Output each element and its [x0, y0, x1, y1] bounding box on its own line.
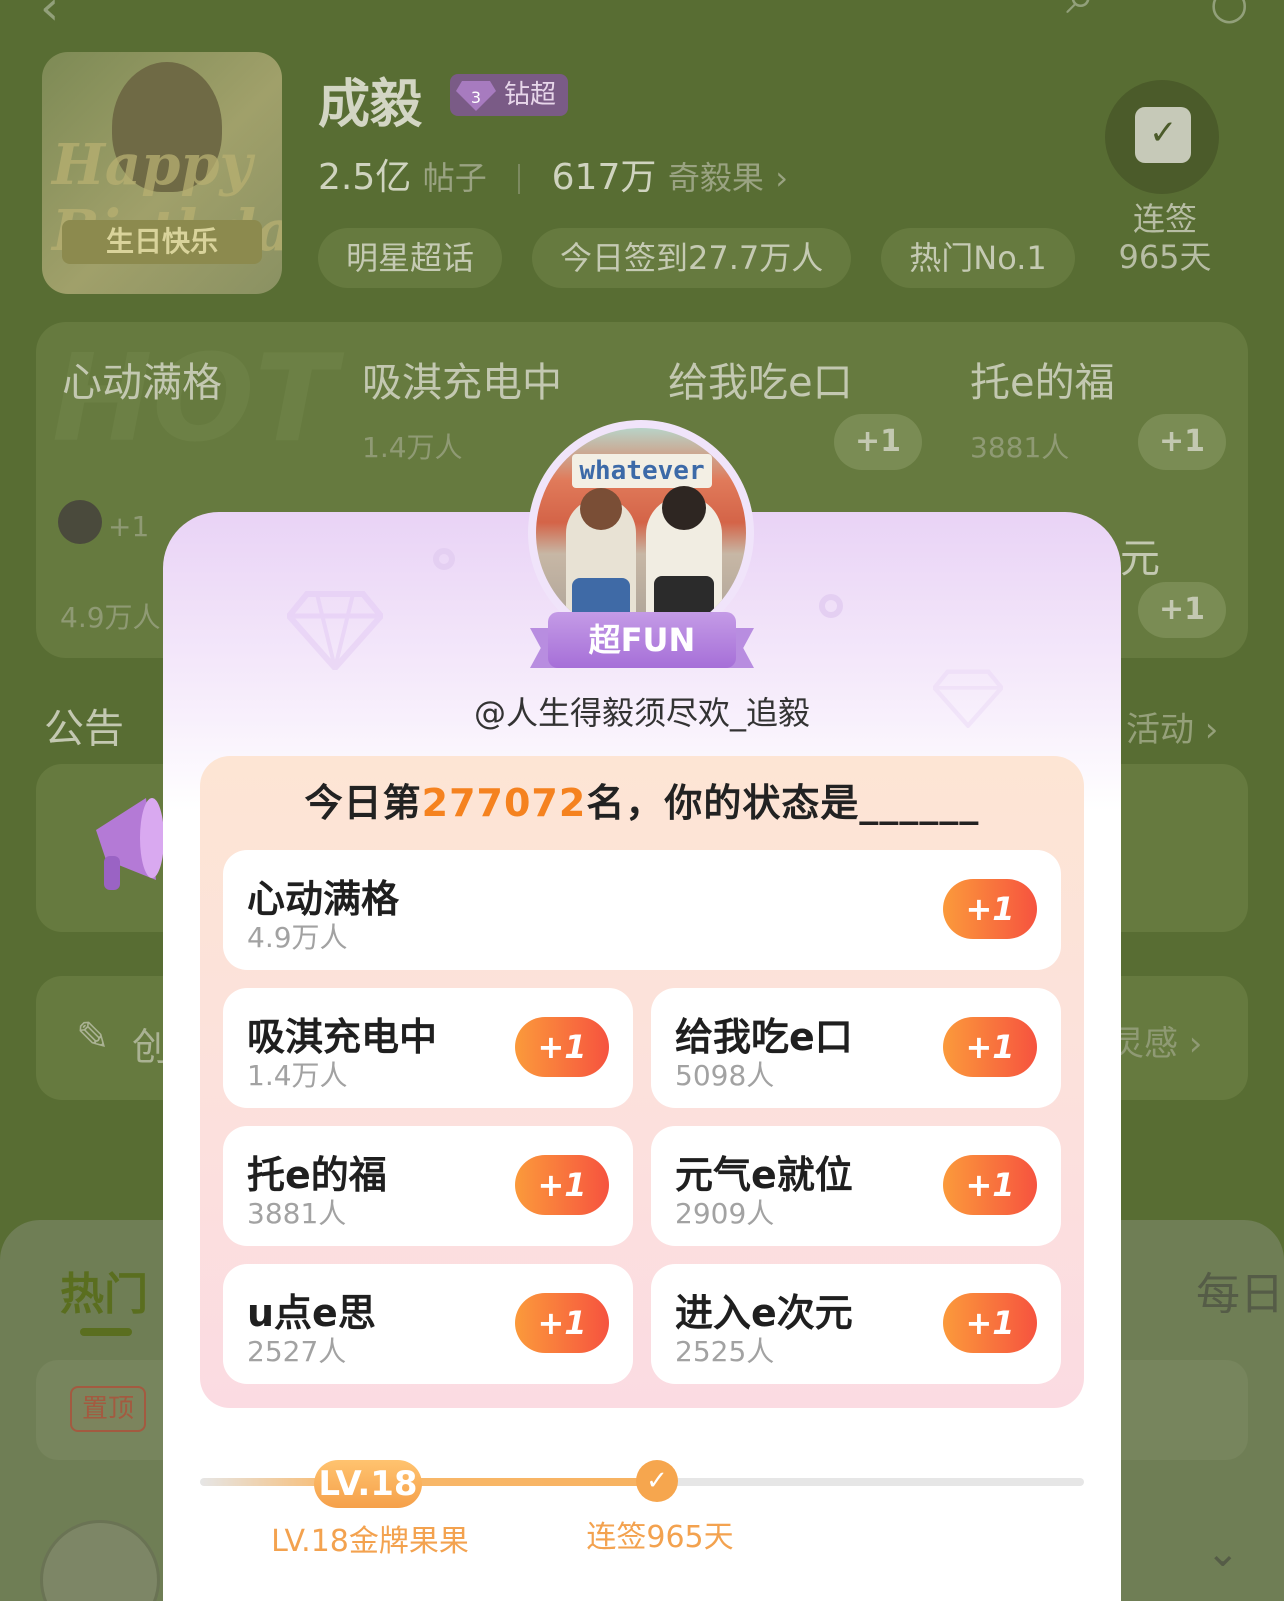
bg-plus-4[interactable]: +1	[1138, 414, 1226, 470]
back-icon[interactable]: ‹	[40, 0, 59, 36]
pinned-tag: 置顶	[70, 1386, 146, 1432]
tab-hot[interactable]: 热门	[60, 1258, 148, 1322]
status-option-count: 3881人	[247, 1197, 347, 1230]
bg-cell-title-1: 心动满格	[62, 360, 222, 406]
bg-cell-sub-4: 3881人	[970, 431, 1070, 464]
status-option-name: 给我吃e口	[675, 1015, 853, 1059]
inspiration-link[interactable]: 灵感 ›	[1110, 1016, 1202, 1065]
status-option-count: 2525人	[675, 1335, 775, 1368]
plus-one-button[interactable]: +1	[943, 1293, 1037, 1353]
avatar-sign-text: whatever	[572, 454, 712, 488]
status-option[interactable]: 元气e就位 2909人 +1	[651, 1126, 1061, 1246]
chip-checkin-count[interactable]: 今日签到27.7万人	[532, 228, 852, 288]
chip-hot-rank[interactable]: 热门No.1	[881, 228, 1075, 288]
streak-label: 连签965天	[586, 1520, 734, 1555]
status-option-count: 2909人	[675, 1197, 775, 1230]
username: @人生得毅须尽欢_追毅	[473, 694, 810, 732]
status-option-name: 托e的福	[247, 1153, 387, 1197]
bg-cell-title-3: 给我吃e口	[668, 360, 853, 406]
rank-suffix: 名，你的状态是______	[586, 781, 980, 825]
bg-cell-title-2: 吸淇充电中	[362, 360, 562, 406]
status-option[interactable]: 给我吃e口 5098人 +1	[651, 988, 1061, 1108]
circle-decoration	[819, 594, 843, 618]
stats-divider	[518, 164, 521, 194]
calendar-check-icon	[1135, 107, 1191, 163]
plus-one-button[interactable]: +1	[943, 1155, 1037, 1215]
diamond-decoration-icon	[287, 591, 383, 670]
rank-value: 277072	[421, 781, 587, 825]
bg-plus-5[interactable]: +1	[1138, 582, 1226, 638]
checkin-streak: 连签 965天	[1115, 200, 1215, 276]
mini-avatar	[58, 500, 102, 544]
topic-avatar: Happy Birthday 生日快乐	[42, 52, 282, 294]
status-option[interactable]: u点e思 2527人 +1	[223, 1264, 633, 1384]
vip-label: 钻超	[504, 80, 557, 110]
avatar-banner-text: 生日快乐	[62, 220, 262, 264]
status-option-count: 1.4万人	[247, 1059, 348, 1092]
check-icon: ✓	[636, 1460, 678, 1502]
bg-cell-sub-2: 1.4万人	[362, 431, 463, 464]
tab-active-indicator	[80, 1328, 132, 1336]
status-option-count: 5098人	[675, 1059, 775, 1092]
vip-level-number: 3	[471, 88, 481, 107]
status-option-count: 2527人	[247, 1335, 347, 1368]
checkin-days: 965天	[1118, 238, 1212, 276]
more-icon[interactable]: ○	[1210, 0, 1248, 29]
plus-one-button[interactable]: +1	[515, 1017, 609, 1077]
level-label: LV.18金牌果果	[271, 1524, 469, 1559]
checkin-button[interactable]	[1105, 80, 1219, 194]
bg-plus-3[interactable]: +1	[834, 414, 922, 470]
posts-unit: 帖子	[422, 159, 487, 197]
fans-value: 617万	[551, 157, 657, 198]
vip-badge[interactable]: 3 钻超	[450, 74, 569, 116]
activity-link[interactable]: 活动 ›	[1126, 702, 1218, 751]
topic-stats: 2.5亿 帖子 617万 奇毅果 ›	[318, 148, 788, 200]
status-option[interactable]: 心动满格 4.9万人 +1	[223, 850, 1061, 970]
status-option[interactable]: 托e的福 3881人 +1	[223, 1126, 633, 1246]
rank-heading: 今日第277072名，你的状态是______	[200, 772, 1084, 827]
bg-cell-title-5: 元	[1120, 536, 1160, 582]
plus-one-button[interactable]: +1	[515, 1293, 609, 1353]
bg-cell-title-4: 托e的福	[970, 360, 1115, 406]
status-option-name: u点e思	[247, 1291, 376, 1335]
plus-one-button[interactable]: +1	[943, 1017, 1037, 1077]
chevron-right-icon[interactable]: ›	[775, 159, 788, 197]
status-option[interactable]: 进入e次元 2525人 +1	[651, 1264, 1061, 1384]
circle-decoration	[433, 548, 455, 570]
level-progress-fill	[200, 1478, 660, 1486]
status-option-name: 心动满格	[247, 877, 400, 921]
announcement-heading: 公告	[44, 706, 124, 752]
status-option-name: 进入e次元	[675, 1291, 853, 1335]
posts-value: 2.5亿	[318, 157, 412, 198]
diamond-icon: 3	[456, 81, 496, 111]
fun-badge-label: 超FUN	[548, 612, 736, 668]
status-option-name: 吸淇充电中	[247, 1015, 438, 1059]
fans-unit[interactable]: 奇毅果	[668, 159, 764, 197]
bg-cell-sub-1: 4.9万人	[60, 601, 161, 634]
level-pill: LV.18	[314, 1460, 422, 1508]
search-icon[interactable]: ⌕	[1066, 0, 1095, 27]
topic-title: 成毅	[318, 75, 423, 135]
checkin-label: 连签	[1132, 200, 1197, 238]
chip-star-topic[interactable]: 明星超话	[318, 228, 503, 288]
plus-one-button[interactable]: +1	[943, 879, 1037, 939]
avatar-illustration: whatever	[536, 428, 746, 638]
pen-icon: ✎	[76, 1014, 110, 1060]
status-option[interactable]: 吸淇充电中 1.4万人 +1	[223, 988, 633, 1108]
plus-one-button[interactable]: +1	[515, 1155, 609, 1215]
status-option-count: 4.9万人	[247, 921, 348, 954]
tab-daily[interactable]: 每日	[1196, 1258, 1284, 1322]
rank-prefix: 今日第	[304, 781, 422, 825]
chevron-down-icon[interactable]: ⌄	[1206, 1530, 1240, 1576]
fun-badge: 超FUN	[530, 612, 754, 674]
topic-chips: 明星超话 今日签到27.7万人 热门No.1	[318, 228, 1093, 288]
mini-plus: +1	[108, 510, 150, 543]
status-option-name: 元气e就位	[675, 1153, 853, 1197]
